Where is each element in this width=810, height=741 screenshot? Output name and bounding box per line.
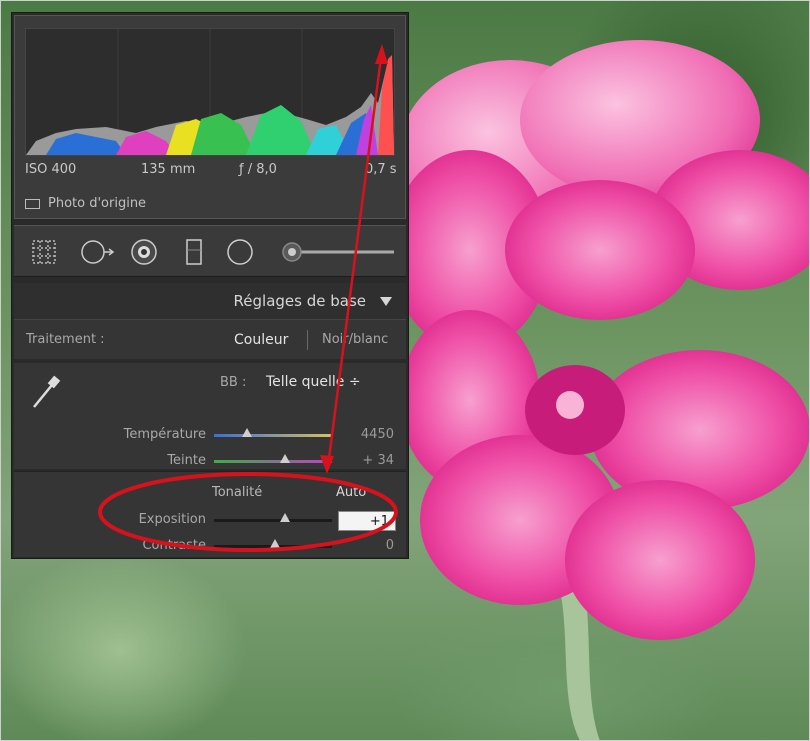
graduated-filter-icon[interactable] bbox=[180, 238, 208, 266]
iso-value: ISO 400 bbox=[25, 162, 77, 177]
radial-filter-icon[interactable] bbox=[226, 238, 254, 266]
red-eye-icon[interactable] bbox=[130, 238, 158, 266]
wb-label: BB : bbox=[220, 375, 247, 390]
treatment-label: Traitement : bbox=[26, 332, 105, 347]
temperature-track[interactable] bbox=[214, 434, 332, 437]
temperature-label: Température bbox=[123, 427, 206, 442]
contrast-thumb[interactable] bbox=[270, 539, 280, 548]
contrast-label: Contraste bbox=[142, 538, 206, 553]
tone-label: Tonalité bbox=[212, 485, 263, 500]
exposure-thumb[interactable] bbox=[280, 513, 290, 522]
histogram-panel: ISO 400 135 mm ƒ / 8,0 0,7 s Photo d'ori… bbox=[14, 15, 406, 219]
histogram-graph bbox=[25, 28, 395, 156]
original-photo-label: Photo d'origine bbox=[48, 196, 147, 211]
basic-settings-header[interactable]: Réglages de base bbox=[14, 283, 406, 319]
exif-info: ISO 400 135 mm ƒ / 8,0 0,7 s bbox=[25, 162, 401, 180]
screenshot: ISO 400 135 mm ƒ / 8,0 0,7 s Photo d'ori… bbox=[0, 0, 810, 741]
treatment-divider bbox=[307, 330, 308, 350]
temperature-thumb[interactable] bbox=[242, 428, 252, 437]
tone-section: Tonalité Auto Exposition +1 Contraste 0 bbox=[14, 471, 406, 557]
section-title: Réglages de base bbox=[233, 292, 366, 310]
crop-overlay-icon[interactable] bbox=[30, 238, 58, 266]
tool-strip bbox=[14, 225, 406, 277]
focal-length-value: 135 mm bbox=[141, 162, 196, 177]
exposure-track[interactable] bbox=[214, 519, 332, 522]
histogram-curves bbox=[26, 29, 394, 155]
adjustment-brush-slider[interactable] bbox=[278, 238, 398, 266]
tint-slider-row: Teinte + 34 bbox=[14, 451, 406, 471]
exposure-slider-row: Exposition +1 bbox=[14, 510, 406, 531]
tone-auto-button[interactable]: Auto bbox=[336, 485, 366, 500]
contrast-value[interactable]: 0 bbox=[386, 538, 394, 553]
treatment-color-option[interactable]: Couleur bbox=[234, 332, 288, 348]
exposure-label: Exposition bbox=[138, 512, 206, 527]
tint-value[interactable]: + 34 bbox=[362, 453, 394, 468]
exposure-value-field[interactable]: +1 bbox=[338, 511, 396, 531]
temperature-value[interactable]: 4450 bbox=[361, 427, 394, 442]
spot-removal-icon[interactable] bbox=[80, 238, 116, 266]
collapse-triangle-icon[interactable] bbox=[380, 297, 392, 306]
wb-dropdown[interactable]: Telle quelle ÷ bbox=[266, 374, 361, 390]
tint-track[interactable] bbox=[214, 460, 332, 463]
tint-thumb[interactable] bbox=[280, 454, 290, 463]
temperature-slider-row: Température 4450 bbox=[14, 425, 406, 445]
original-photo-checkbox[interactable] bbox=[25, 198, 40, 209]
white-balance-section: BB : Telle quelle ÷ Température 4450 Tei… bbox=[14, 363, 406, 469]
treatment-row: Traitement : Couleur Noir/blanc bbox=[14, 319, 406, 359]
shutter-value: 0,7 s bbox=[365, 162, 397, 177]
contrast-slider-row: Contraste 0 bbox=[14, 536, 406, 556]
eyedropper-icon[interactable] bbox=[28, 371, 64, 411]
treatment-bw-option[interactable]: Noir/blanc bbox=[322, 332, 388, 347]
aperture-value: ƒ / 8,0 bbox=[239, 162, 277, 177]
original-photo-toggle[interactable]: Photo d'origine bbox=[25, 196, 146, 211]
tint-label: Teinte bbox=[167, 453, 206, 468]
develop-panel: ISO 400 135 mm ƒ / 8,0 0,7 s Photo d'ori… bbox=[11, 12, 409, 559]
